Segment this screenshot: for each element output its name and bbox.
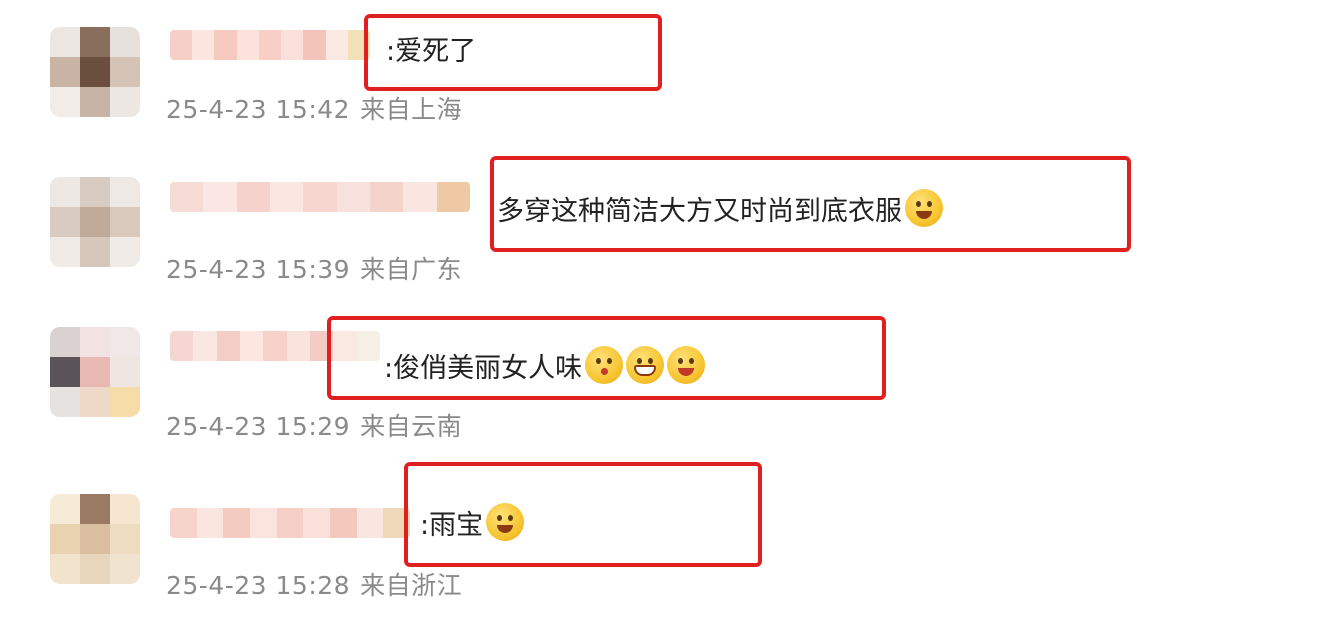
username-blurred[interactable] (170, 30, 370, 60)
avatar-pixel (50, 177, 80, 207)
username-pixel (303, 508, 331, 538)
username-pixel (203, 182, 237, 212)
avatar-pixel (80, 524, 110, 554)
comment-location: 来自云南 (360, 412, 463, 441)
avatar-pixel (50, 554, 80, 584)
avatar[interactable] (50, 327, 140, 417)
username-pixel (325, 30, 348, 60)
username-pixel (330, 508, 357, 538)
avatar-pixel (50, 387, 80, 417)
username-pixel (403, 182, 437, 212)
comment-meta: 25-4-23 15:39 来自广东 (166, 250, 462, 286)
avatar-pixel (80, 57, 110, 87)
avatar-pixel (80, 387, 110, 417)
avatar-pixel (50, 494, 80, 524)
username-pixel (236, 30, 259, 60)
username-pixel (170, 508, 197, 538)
comment-meta: 25-4-23 15:28 来自浙江 (166, 566, 462, 602)
username-pixel (303, 30, 326, 60)
username-pixel (193, 331, 217, 361)
username-pixel (258, 30, 282, 60)
avatar-pixel (80, 357, 110, 387)
comment-time: 25-4-23 15:42 (166, 95, 351, 124)
avatar-pixel (50, 27, 80, 57)
username-pixel (170, 182, 204, 212)
username-pixel (170, 30, 193, 60)
avatar-pixel (50, 327, 80, 357)
avatar-pixel (80, 494, 110, 524)
username-pixel (250, 508, 277, 538)
highlight-box (327, 316, 886, 400)
username-pixel (436, 182, 470, 212)
avatar-pixel (110, 357, 140, 387)
username-pixel (192, 30, 215, 60)
username-pixel (336, 182, 370, 212)
highlight-box (490, 156, 1131, 252)
comment-time: 25-4-23 15:39 (166, 255, 351, 284)
avatar-pixel (110, 207, 140, 237)
avatar-pixel (50, 524, 80, 554)
avatar-pixel (80, 237, 110, 267)
avatar-pixel (110, 27, 140, 57)
username-pixel (276, 508, 304, 538)
username-pixel (223, 508, 251, 538)
avatar-pixel (110, 327, 140, 357)
avatar-pixel (80, 554, 110, 584)
username-blurred[interactable] (170, 182, 470, 212)
avatar[interactable] (50, 27, 140, 117)
avatar-pixel (50, 57, 80, 87)
avatar-pixel (110, 494, 140, 524)
comment-meta: 25-4-23 15:29 来自云南 (166, 407, 462, 443)
comment-location: 来自上海 (360, 95, 463, 124)
username-pixel (236, 182, 270, 212)
comment-location: 来自浙江 (360, 571, 463, 600)
username-pixel (281, 30, 304, 60)
avatar-pixel (80, 207, 110, 237)
username-pixel (369, 182, 404, 212)
avatar-pixel (80, 27, 110, 57)
username-pixel (286, 331, 310, 361)
avatar-pixel (110, 524, 140, 554)
username-pixel (214, 30, 237, 60)
avatar-pixel (80, 327, 110, 357)
comment-location: 来自广东 (360, 255, 463, 284)
avatar-pixel (110, 177, 140, 207)
username-pixel (170, 331, 194, 361)
avatar-pixel (110, 554, 140, 584)
username-pixel (356, 508, 384, 538)
highlight-box (364, 14, 662, 91)
avatar-pixel (110, 57, 140, 87)
comment-meta: 25-4-23 15:42 来自上海 (166, 90, 462, 126)
username-pixel (239, 331, 264, 361)
avatar-pixel (110, 87, 140, 117)
avatar-pixel (50, 207, 80, 237)
avatar-pixel (80, 87, 110, 117)
username-blurred[interactable] (170, 508, 410, 538)
avatar-pixel (110, 237, 140, 267)
avatar-pixel (50, 87, 80, 117)
username-pixel (216, 331, 240, 361)
username-pixel (269, 182, 304, 212)
avatar-pixel (110, 387, 140, 417)
avatar[interactable] (50, 177, 140, 267)
avatar-pixel (80, 177, 110, 207)
avatar-pixel (50, 237, 80, 267)
avatar[interactable] (50, 494, 140, 584)
username-pixel (263, 331, 287, 361)
username-pixel (196, 508, 224, 538)
comment-time: 25-4-23 15:28 (166, 571, 351, 600)
comment-time: 25-4-23 15:29 (166, 412, 351, 441)
username-pixel (303, 182, 337, 212)
highlight-box (404, 462, 762, 567)
avatar-pixel (50, 357, 80, 387)
